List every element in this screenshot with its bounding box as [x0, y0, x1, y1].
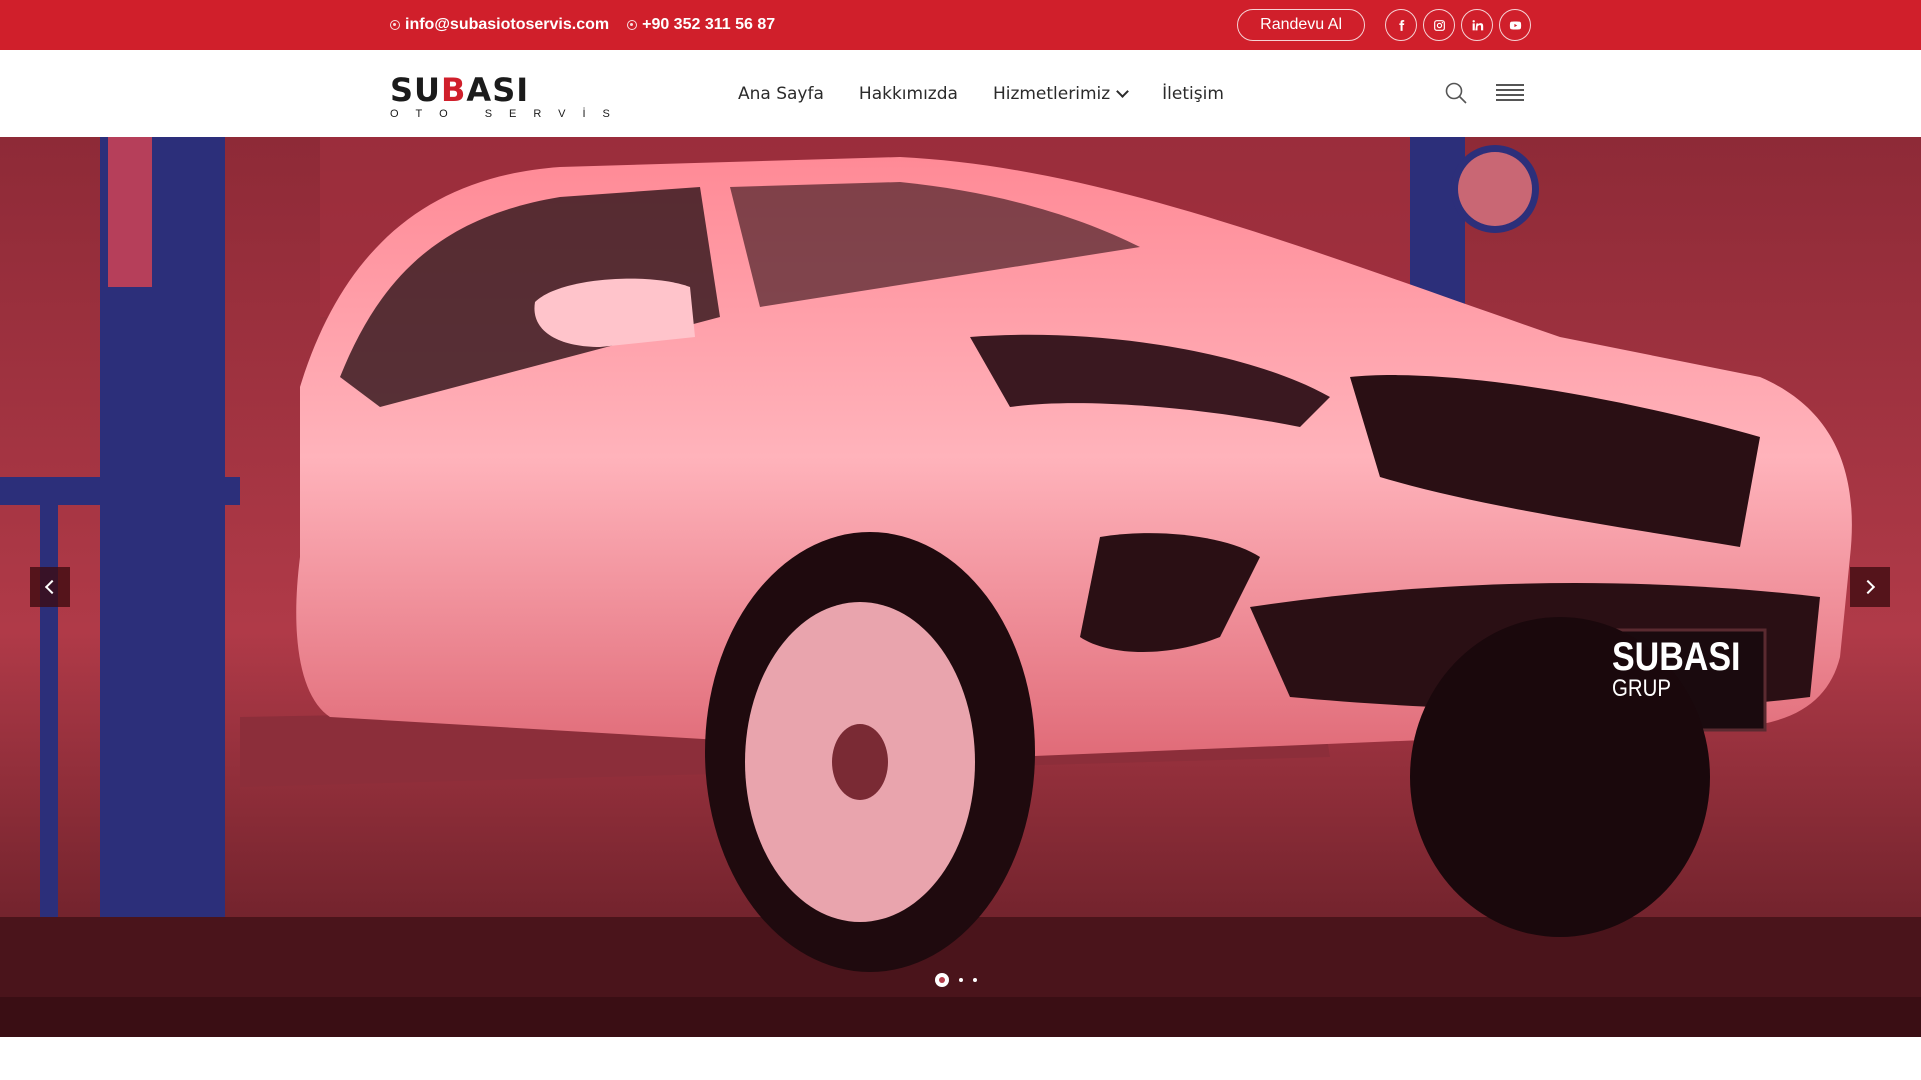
chevron-right-icon	[1860, 579, 1876, 595]
linkedin-icon[interactable]	[1461, 9, 1493, 41]
search-icon[interactable]	[1444, 81, 1468, 105]
slider-dot-1[interactable]	[935, 973, 949, 987]
chevron-left-icon	[44, 579, 60, 595]
email-link[interactable]: info@subasiotoservis.com	[390, 16, 609, 34]
hero-slider: SUBASI GRUP	[0, 137, 1921, 1037]
nav-services[interactable]: Hizmetlerimiz	[993, 84, 1130, 104]
logo-wordmark: SUBASI	[390, 71, 530, 109]
instagram-icon[interactable]	[1423, 9, 1455, 41]
slider-dot-3[interactable]	[973, 978, 977, 982]
contact-info: info@subasiotoservis.com +90 352 311 56 …	[390, 0, 775, 50]
nav-home[interactable]: Ana Sayfa	[738, 84, 824, 104]
slider-prev-button[interactable]	[30, 567, 70, 607]
plate-sub-text: GRUP	[1612, 675, 1671, 702]
hero-car-image	[0, 137, 1921, 1037]
email-text: info@subasiotoservis.com	[405, 16, 610, 33]
phone-text: +90 352 311 56 87	[642, 16, 776, 33]
phone-link[interactable]: +90 352 311 56 87	[627, 16, 775, 34]
hero-plate-label: SUBASI GRUP	[1612, 637, 1740, 701]
slider-next-button[interactable]	[1850, 567, 1890, 607]
nav-contact[interactable]: İletişim	[1162, 84, 1224, 104]
slider-dot-2[interactable]	[959, 978, 963, 982]
main-nav: Ana Sayfa Hakkımızda Hizmetlerimiz İleti…	[738, 50, 1224, 137]
slider-pagination	[935, 973, 977, 987]
main-header: SUBASI OTO SERVİS Ana Sayfa Hakkımızda H…	[0, 50, 1921, 137]
topbar-actions: Randevu Al	[1237, 0, 1531, 50]
youtube-icon[interactable]	[1499, 9, 1531, 41]
plate-brand-text: SUBASI	[1612, 635, 1741, 679]
facebook-icon[interactable]	[1385, 9, 1417, 41]
chevron-down-icon	[1116, 85, 1130, 98]
location-pin-icon	[627, 20, 638, 30]
site-logo[interactable]: SUBASI OTO SERVİS	[390, 71, 627, 121]
nav-about[interactable]: Hakkımızda	[859, 84, 958, 104]
logo-tagline: OTO SERVİS	[390, 108, 627, 120]
top-bar: info@subasiotoservis.com +90 352 311 56 …	[0, 0, 1921, 50]
location-pin-icon	[390, 20, 400, 30]
appointment-button[interactable]: Randevu Al	[1237, 9, 1365, 41]
hamburger-menu-icon[interactable]	[1496, 84, 1524, 102]
